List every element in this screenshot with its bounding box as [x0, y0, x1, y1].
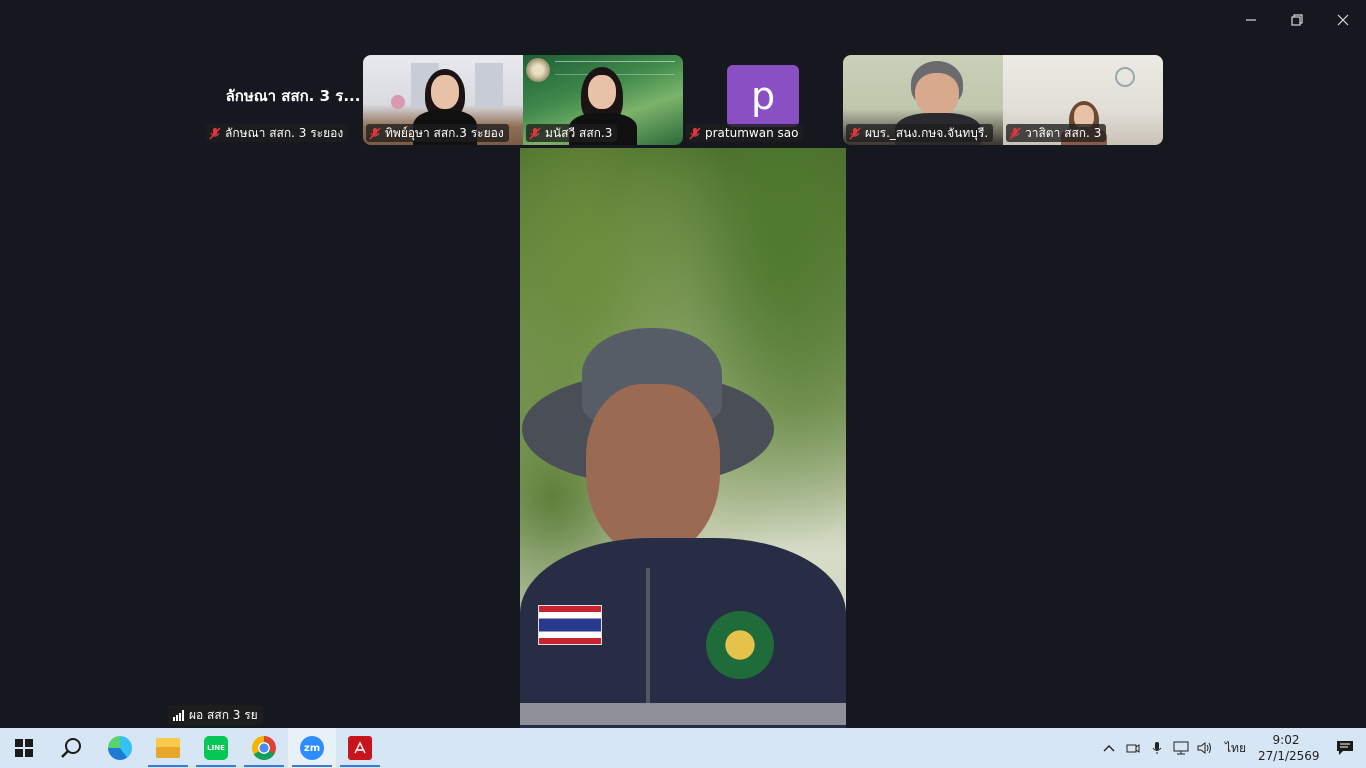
participant-display-name: ลักษณา สสก. 3 ร...	[225, 87, 361, 105]
emblem-patch	[706, 611, 774, 679]
restore-icon	[1291, 14, 1303, 26]
notification-center-button[interactable]	[1324, 728, 1366, 768]
muted-mic-icon	[849, 127, 861, 140]
clock[interactable]: 9:02 27/1/2569	[1254, 732, 1324, 764]
chrome-icon	[252, 736, 276, 760]
camera-icon	[1126, 744, 1140, 753]
gallery-group: ผบร._สนง.กษจ.จันทบุรี. วาสิตา สสก. 3	[843, 55, 1163, 145]
edge-icon	[108, 736, 132, 760]
search-icon	[61, 738, 81, 758]
restore-button[interactable]	[1274, 0, 1320, 40]
network-icon	[1173, 741, 1189, 755]
network-tray-button[interactable]	[1169, 728, 1193, 768]
participant-name-label: ผบร._สนง.กษจ.จันทบุรี.	[846, 124, 994, 142]
muted-mic-icon	[529, 127, 541, 140]
taskbar-app-acrobat[interactable]	[336, 728, 384, 768]
speaker-icon	[1197, 742, 1212, 754]
muted-mic-icon	[1009, 127, 1021, 140]
gallery-tile[interactable]: p pratumwan sao	[683, 55, 843, 145]
taskbar-app-file-explorer[interactable]	[144, 728, 192, 768]
taskbar-app-zoom[interactable]: zm	[288, 728, 336, 768]
participant-name-label: วาสิตา สสก. 3	[1006, 124, 1107, 142]
camera-tray-button[interactable]	[1121, 728, 1145, 768]
clock-date: 27/1/2569	[1258, 749, 1320, 763]
gallery-tile[interactable]: วาสิตา สสก. 3	[1003, 55, 1163, 145]
muted-mic-icon	[689, 127, 701, 140]
input-language-button[interactable]: ไทย	[1217, 739, 1254, 758]
microphone-tray-button[interactable]	[1145, 728, 1169, 768]
avatar: p	[727, 65, 799, 127]
system-tray: ไทย 9:02 27/1/2569	[1097, 728, 1366, 768]
close-icon	[1337, 14, 1349, 26]
line-icon: LINE	[204, 736, 228, 760]
gallery-tile-name-only[interactable]: ลักษณา สสก. 3 ร... ลักษณา สสก. 3 ระยอง	[203, 55, 363, 145]
taskbar: LINE zm ไทย 9:02 27/1/2569	[0, 728, 1366, 768]
minimize-icon	[1246, 19, 1256, 21]
speaker-name: ผอ สสก 3 รย	[189, 707, 258, 722]
taskbar-app-chrome[interactable]	[240, 728, 288, 768]
acrobat-icon	[348, 736, 372, 760]
taskbar-app-line[interactable]: LINE	[192, 728, 240, 768]
signal-strength-icon	[173, 709, 184, 721]
volume-tray-button[interactable]	[1193, 728, 1217, 768]
active-speaker-label: ผอ สสก 3 รย	[168, 705, 263, 725]
gallery-tile[interactable]: ทิพย์อุษา สสก.3 ระยอง	[363, 55, 523, 145]
start-button[interactable]	[0, 728, 48, 768]
active-speaker-video[interactable]	[520, 148, 846, 728]
participant-name-label: pratumwan sao	[686, 124, 804, 142]
clock-time: 9:02	[1272, 733, 1300, 747]
participant-name-label: ลักษณา สสก. 3 ระยอง	[206, 124, 349, 142]
participant-name: ทิพย์อุษา สสก.3 ระยอง	[385, 125, 504, 140]
window-controls	[1228, 0, 1366, 40]
participant-name: วาสิตา สสก. 3	[1025, 125, 1102, 140]
taskbar-app-edge[interactable]	[96, 728, 144, 768]
gallery-group: ทิพย์อุษา สสก.3 ระยอง มนัสวี สสก.3	[363, 55, 683, 145]
earphone-cable	[646, 568, 650, 718]
fan-icon	[1115, 67, 1135, 87]
minimize-button[interactable]	[1228, 0, 1274, 40]
close-button[interactable]	[1320, 0, 1366, 40]
participant-name: ลักษณา สสก. 3 ระยอง	[225, 125, 344, 140]
zoom-icon: zm	[300, 736, 324, 760]
microphone-icon	[1152, 742, 1162, 754]
thai-flag-patch	[538, 605, 602, 645]
muted-mic-icon	[369, 127, 381, 140]
participant-name: pratumwan sao	[705, 126, 799, 140]
participant-name-label: ทิพย์อุษา สสก.3 ระยอง	[366, 124, 509, 142]
gallery-tile[interactable]: ผบร._สนง.กษจ.จันทบุรี.	[843, 55, 1003, 145]
show-hidden-icons-button[interactable]	[1097, 728, 1121, 768]
participant-name: มนัสวี สสก.3	[545, 125, 613, 140]
speaker-face	[586, 384, 720, 556]
jacket-stripe	[520, 703, 846, 725]
chevron-up-icon	[1103, 745, 1115, 752]
logo-icon	[526, 58, 550, 82]
notification-icon	[1337, 741, 1353, 755]
windows-icon	[15, 739, 33, 757]
gallery-group: p pratumwan sao	[683, 55, 843, 145]
participant-name: ผบร._สนง.กษจ.จันทบุรี.	[865, 125, 989, 140]
gallery-tile[interactable]: มนัสวี สสก.3	[523, 55, 683, 145]
muted-mic-icon	[209, 127, 221, 140]
folder-icon	[156, 738, 180, 758]
search-button[interactable]	[48, 728, 96, 768]
participant-name-label: มนัสวี สสก.3	[526, 124, 618, 142]
